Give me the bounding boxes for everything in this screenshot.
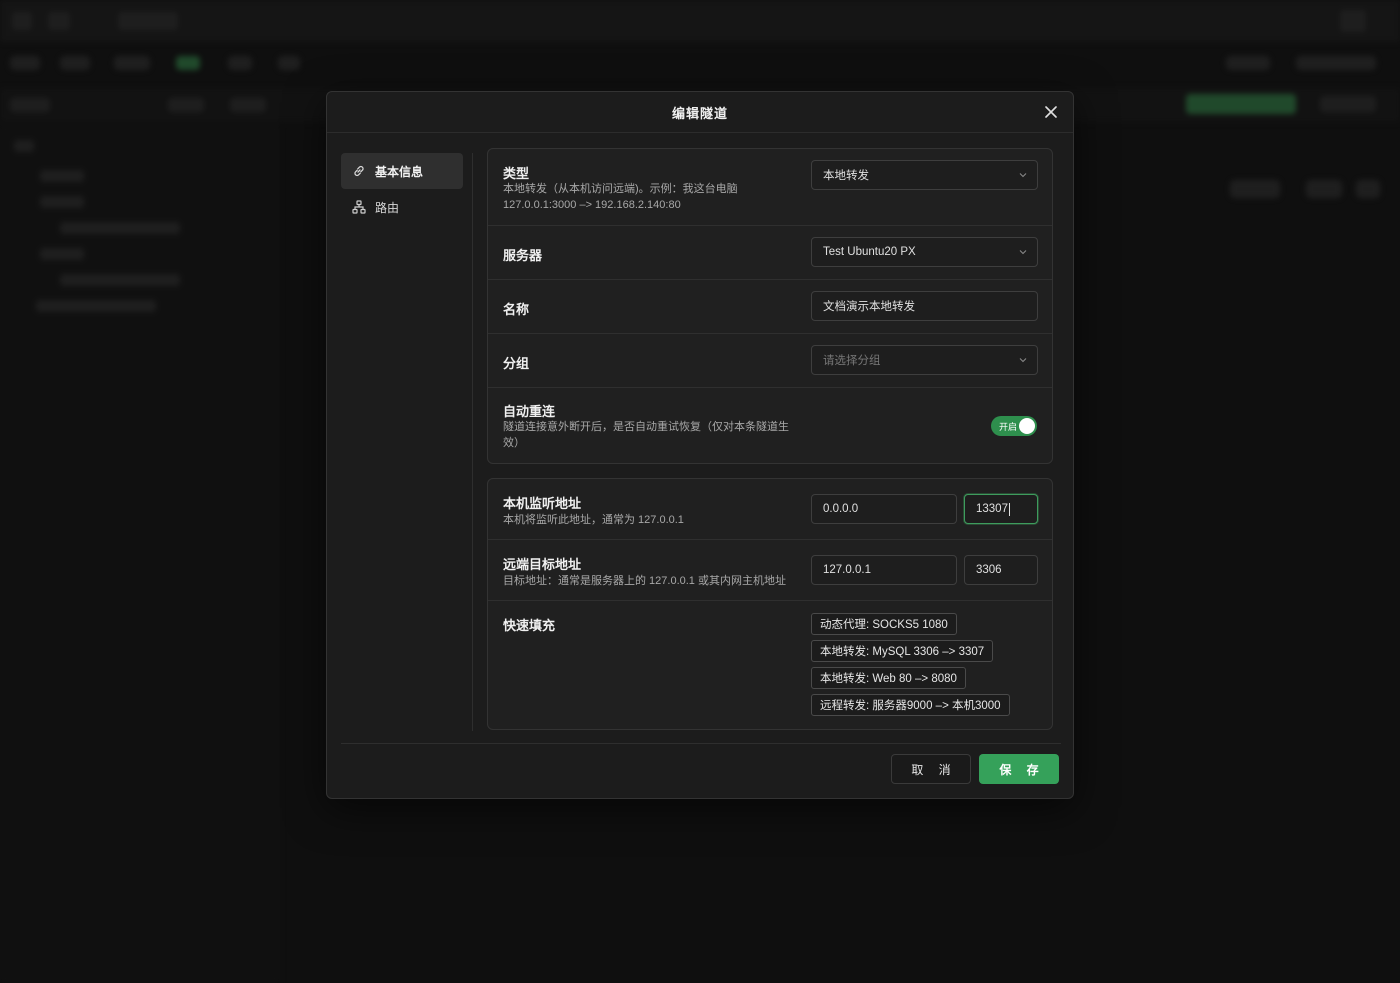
server-label: 服务器	[503, 248, 543, 263]
settings-nav: 基本信息 路由	[341, 153, 473, 731]
footer-divider	[341, 743, 1061, 744]
group-select[interactable]: 请选择分组	[811, 345, 1038, 375]
local-address-row: 本机监听地址 本机将监听此地址，通常为 127.0.0.1 0.0.0.0 13…	[488, 479, 1052, 540]
network-icon	[352, 200, 366, 214]
type-select-value: 本地转发	[823, 170, 869, 182]
group-row: 分组 请选择分组	[488, 334, 1052, 388]
cancel-button[interactable]: 取 消	[891, 754, 971, 784]
local-address-label: 本机监听地址	[503, 496, 582, 511]
remote-host-input[interactable]: 127.0.0.1	[811, 555, 957, 585]
quick-fill-chip-remote[interactable]: 远程转发: 服务器9000 –> 本机3000	[811, 694, 1010, 716]
chevron-down-icon	[1019, 358, 1027, 363]
address-card: 本机监听地址 本机将监听此地址，通常为 127.0.0.1 0.0.0.0 13…	[487, 478, 1053, 730]
group-select-placeholder: 请选择分组	[823, 355, 881, 367]
toggle-knob	[1019, 418, 1035, 434]
chevron-down-icon	[1019, 250, 1027, 255]
dialog-header: 编辑隧道	[327, 92, 1073, 133]
type-select[interactable]: 本地转发	[811, 160, 1038, 190]
chevron-down-icon	[1019, 173, 1027, 178]
auto-reconnect-toggle[interactable]: 开启	[991, 416, 1037, 436]
local-host-value: 0.0.0.0	[823, 503, 859, 515]
close-button[interactable]	[1041, 102, 1061, 122]
nav-item-routes[interactable]: 路由	[341, 189, 463, 225]
remote-port-input[interactable]: 3306	[964, 555, 1038, 585]
link-icon	[352, 164, 366, 178]
remote-address-description: 目标地址：通常是服务器上的 127.0.0.1 或其内网主机地址	[503, 575, 786, 587]
save-button[interactable]: 保 存	[979, 754, 1059, 784]
auto-reconnect-description: 隧道连接意外断开后，是否自动重试恢复（仅对本条隧道生效）	[503, 421, 789, 449]
type-description: 本地转发（从本机访问远端)。示例：我这台电脑 127.0.0.1:3000 –>…	[503, 183, 738, 211]
remote-port-value: 3306	[976, 564, 1002, 576]
remote-address-row: 远端目标地址 目标地址：通常是服务器上的 127.0.0.1 或其内网主机地址 …	[488, 540, 1052, 601]
server-select-value: Test Ubuntu20 PX	[823, 246, 916, 258]
quick-fill-chip-socks5[interactable]: 动态代理: SOCKS5 1080	[811, 613, 957, 635]
quick-fill-chip-mysql[interactable]: 本地转发: MySQL 3306 –> 3307	[811, 640, 994, 662]
nav-item-basic-info[interactable]: 基本信息	[341, 153, 463, 189]
group-label: 分组	[503, 356, 530, 371]
basic-info-card: 类型 本地转发（从本机访问远端)。示例：我这台电脑 127.0.0.1:3000…	[487, 148, 1053, 464]
nav-item-label: 基本信息	[375, 164, 424, 179]
text-cursor	[1008, 502, 1010, 516]
remote-address-label: 远端目标地址	[503, 557, 582, 572]
server-row: 服务器 Test Ubuntu20 PX	[488, 226, 1052, 280]
app-sidebar	[0, 124, 280, 983]
name-input-value: 文档演示本地转发	[823, 301, 915, 313]
quick-fill-label: 快速填充	[503, 618, 556, 633]
app-toolbar	[0, 48, 1400, 80]
local-address-description: 本机将监听此地址，通常为 127.0.0.1	[503, 514, 684, 526]
server-select[interactable]: Test Ubuntu20 PX	[811, 237, 1038, 267]
auto-reconnect-label: 自动重连	[503, 404, 556, 419]
local-host-input[interactable]: 0.0.0.0	[811, 494, 957, 524]
toggle-text: 开启	[999, 421, 1018, 432]
name-label: 名称	[503, 302, 530, 317]
app-titlebar	[0, 0, 1400, 42]
quick-fill-row: 快速填充 动态代理: SOCKS5 1080 本地转发: MySQL 3306 …	[488, 601, 1052, 729]
local-port-value: 13307	[976, 503, 1008, 515]
name-input[interactable]: 文档演示本地转发	[811, 291, 1038, 321]
remote-host-value: 127.0.0.1	[823, 564, 871, 576]
edit-tunnel-dialog: 编辑隧道 基本信息 路由 类型 本地转发（从本机访问远端)。示例：我这台电脑 1…	[326, 91, 1074, 799]
local-port-input[interactable]: 13307	[964, 494, 1038, 524]
nav-item-label: 路由	[375, 200, 400, 215]
auto-reconnect-row: 自动重连 隧道连接意外断开后，是否自动重试恢复（仅对本条隧道生效） 开启	[488, 388, 1052, 463]
name-row: 名称 文档演示本地转发	[488, 280, 1052, 334]
close-icon	[1045, 106, 1057, 118]
type-row: 类型 本地转发（从本机访问远端)。示例：我这台电脑 127.0.0.1:3000…	[488, 149, 1052, 226]
quick-fill-chip-web[interactable]: 本地转发: Web 80 –> 8080	[811, 667, 966, 689]
dialog-title: 编辑隧道	[671, 105, 728, 121]
type-label: 类型	[503, 166, 530, 181]
